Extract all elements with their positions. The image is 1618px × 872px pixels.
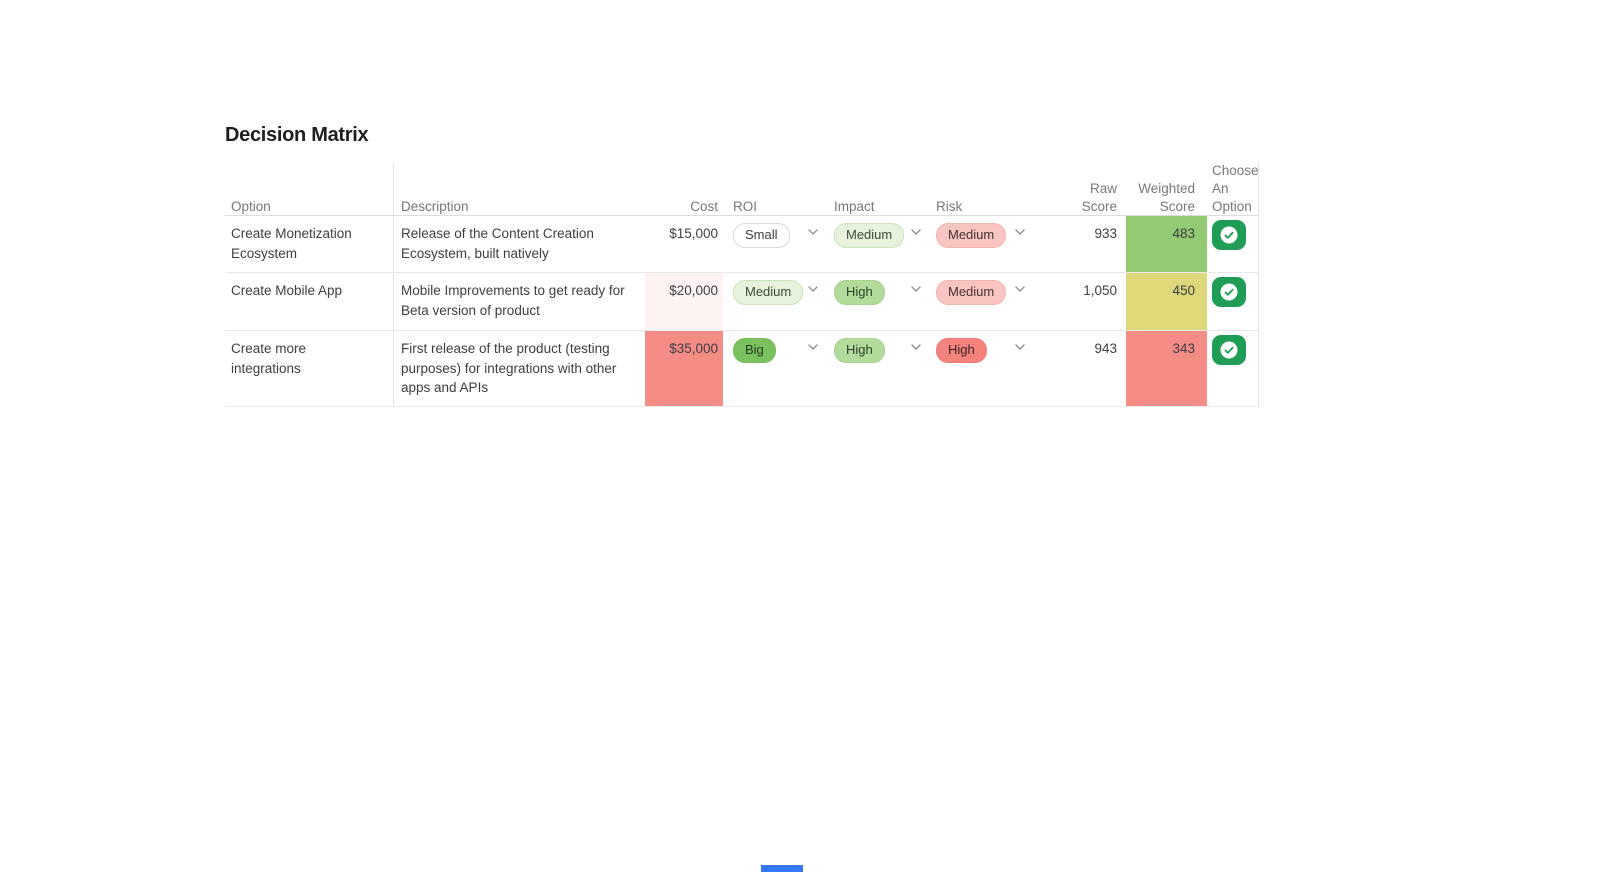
risk-value-pill: High xyxy=(936,338,987,363)
option-cell[interactable]: Create Mobile App xyxy=(225,273,394,330)
choose-option-button[interactable] xyxy=(1212,220,1246,250)
description-cell[interactable]: Mobile Improvements to get ready for Bet… xyxy=(394,273,645,330)
roi-value-pill: Medium xyxy=(733,280,803,305)
option-cell[interactable]: Create Monetization Ecosystem xyxy=(225,216,394,272)
page-title: Decision Matrix xyxy=(225,124,1325,147)
cost-cell[interactable]: $35,000 xyxy=(645,331,723,406)
chevron-down-icon[interactable] xyxy=(1015,344,1025,350)
choose-option-button[interactable] xyxy=(1212,277,1246,307)
option-cell[interactable]: Create more integrations xyxy=(225,331,394,406)
raw-score-cell: 933 xyxy=(1034,216,1126,272)
chevron-down-icon[interactable] xyxy=(911,229,921,235)
chevron-down-icon[interactable] xyxy=(1015,229,1025,235)
risk-value-pill: Medium xyxy=(936,223,1006,248)
impact-value-pill: High xyxy=(834,338,885,363)
column-header-cost: Cost xyxy=(645,162,723,223)
table-row: Create Mobile App Mobile Improvements to… xyxy=(225,273,1259,331)
column-header-risk: Risk xyxy=(930,162,1034,223)
choose-option-button[interactable] xyxy=(1212,335,1246,365)
weighted-score-cell: 483 xyxy=(1126,216,1207,272)
chevron-down-icon[interactable] xyxy=(911,286,921,292)
risk-value-pill: Medium xyxy=(936,280,1006,305)
chevron-down-icon[interactable] xyxy=(808,344,818,350)
raw-score-cell: 1,050 xyxy=(1034,273,1126,330)
table-header-row: Option Description Cost ROI Impact Risk … xyxy=(225,162,1259,216)
decision-matrix-table: Option Description Cost ROI Impact Risk … xyxy=(225,162,1259,407)
choose-option-cell xyxy=(1207,331,1259,406)
check-circle-icon xyxy=(1220,341,1238,359)
roi-value-pill: Small xyxy=(733,223,790,248)
chevron-down-icon[interactable] xyxy=(808,229,818,235)
column-header-impact: Impact xyxy=(827,162,930,223)
impact-dropdown[interactable]: High xyxy=(827,331,930,406)
chevron-down-icon[interactable] xyxy=(911,344,921,350)
roi-value-pill: Big xyxy=(733,338,776,363)
description-cell[interactable]: First release of the product (testing pu… xyxy=(394,331,645,406)
cost-cell[interactable]: $20,000 xyxy=(645,273,723,330)
impact-dropdown[interactable]: Medium xyxy=(827,216,930,272)
risk-dropdown[interactable]: Medium xyxy=(930,273,1034,330)
column-header-roi: ROI xyxy=(723,162,827,223)
table-row: Create more integrations First release o… xyxy=(225,331,1259,407)
risk-dropdown[interactable]: Medium xyxy=(930,216,1034,272)
impact-value-pill: High xyxy=(834,280,885,305)
weighted-score-cell: 343 xyxy=(1126,331,1207,406)
roi-dropdown[interactable]: Small xyxy=(723,216,827,272)
bottom-blue-bar xyxy=(761,865,803,872)
impact-value-pill: Medium xyxy=(834,223,904,248)
chevron-down-icon[interactable] xyxy=(1015,286,1025,292)
column-header-option: Option xyxy=(225,162,394,223)
weighted-score-cell: 450 xyxy=(1126,273,1207,330)
impact-dropdown[interactable]: High xyxy=(827,273,930,330)
roi-dropdown[interactable]: Medium xyxy=(723,273,827,330)
risk-dropdown[interactable]: High xyxy=(930,331,1034,406)
column-header-weighted-score: Weighted Score xyxy=(1126,162,1207,223)
cost-cell[interactable]: $15,000 xyxy=(645,216,723,272)
column-header-choose-an-option: Choose An Option xyxy=(1207,162,1259,223)
column-header-description: Description xyxy=(394,162,645,223)
roi-dropdown[interactable]: Big xyxy=(723,331,827,406)
choose-option-cell xyxy=(1207,216,1259,272)
check-circle-icon xyxy=(1220,226,1238,244)
check-circle-icon xyxy=(1220,283,1238,301)
table-row: Create Monetization Ecosystem Release of… xyxy=(225,216,1259,273)
column-header-raw-score: Raw Score xyxy=(1034,162,1126,223)
description-cell[interactable]: Release of the Content Creation Ecosyste… xyxy=(394,216,645,272)
chevron-down-icon[interactable] xyxy=(808,286,818,292)
decision-matrix-widget: Decision Matrix Option Description Cost … xyxy=(225,124,1325,407)
raw-score-cell: 943 xyxy=(1034,331,1126,406)
choose-option-cell xyxy=(1207,273,1259,330)
